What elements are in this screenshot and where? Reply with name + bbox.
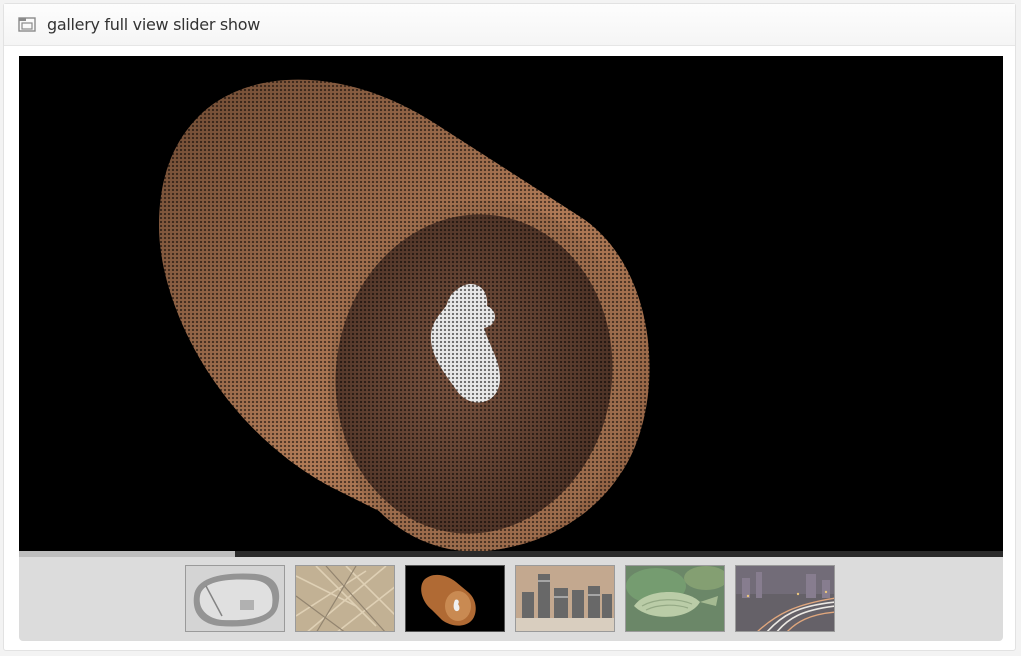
camera-lenses-thumbnail[interactable] [515,565,615,632]
paper-cup-thumbnail[interactable] [405,565,505,632]
panel-header: gallery full view slider show [4,4,1015,46]
straw-thumbnail[interactable] [295,565,395,632]
slideshow [19,56,1003,641]
city-light-trails-thumbnail[interactable] [735,565,835,632]
side-mirror-thumbnail[interactable] [185,565,285,632]
slide-image-paper-cup[interactable] [19,56,1003,551]
folder-icon [18,16,36,32]
page-title: gallery full view slider show [47,15,261,34]
thumbnail-strip [19,557,1003,641]
green-bud-thumbnail[interactable] [625,565,725,632]
gallery-panel: gallery full view slider show [3,3,1016,651]
